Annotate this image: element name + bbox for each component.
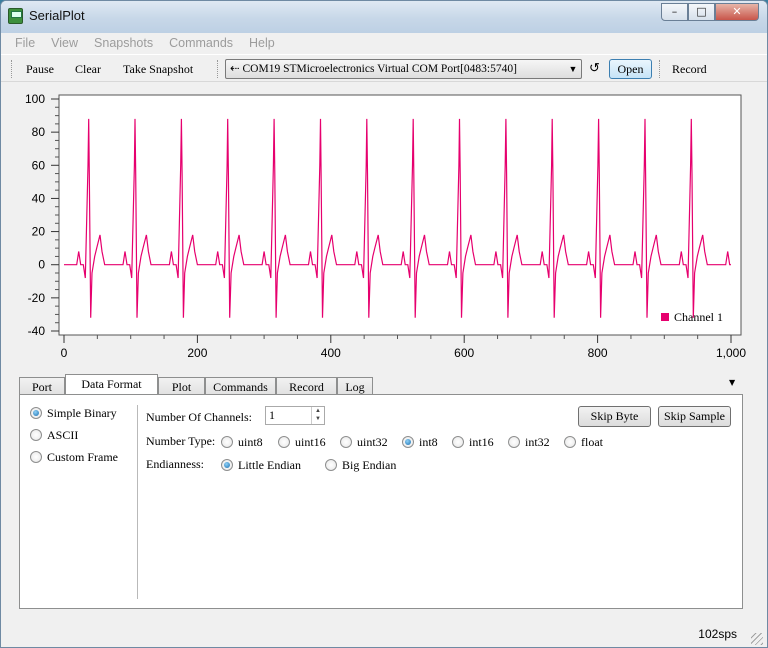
clear-button[interactable]: Clear [75, 62, 101, 77]
tab-data-format[interactable]: Data Format [65, 374, 158, 396]
type-label: uint16 [295, 435, 326, 449]
channels-label: Number Of Channels: [146, 410, 252, 424]
radio-icon[interactable] [221, 436, 233, 448]
menu-commands[interactable]: Commands [169, 33, 233, 54]
x-tick-label: 0 [61, 346, 68, 360]
toolbar-grip[interactable] [217, 60, 219, 78]
format-ascii[interactable]: ASCII [30, 428, 78, 443]
toolbar: Pause Clear Take Snapshot ⇠ COM19 STMicr… [1, 54, 767, 82]
type-label: int16 [469, 435, 494, 449]
type-label: uint32 [357, 435, 388, 449]
format-label: Simple Binary [47, 406, 117, 420]
toolbar-grip[interactable] [659, 60, 661, 78]
type-int8[interactable]: int8 [402, 435, 438, 450]
radio-icon[interactable] [402, 436, 414, 448]
menu-file[interactable]: File [15, 33, 35, 54]
chevron-down-icon: ▼ [568, 64, 578, 74]
type-uint16[interactable]: uint16 [278, 435, 326, 450]
legend-label: Channel 1 [674, 310, 723, 324]
y-tick-label: 20 [32, 225, 46, 239]
close-button[interactable]: ✕ [715, 3, 759, 21]
app-icon [8, 8, 23, 24]
app-window: SerialPlot – □ ✕ File View Snapshots Com… [0, 0, 768, 648]
skip-sample-button[interactable]: Skip Sample [658, 406, 731, 427]
format-custom-frame[interactable]: Custom Frame [30, 450, 118, 465]
toolbar-grip[interactable] [11, 60, 13, 78]
x-tick-label: 800 [588, 346, 608, 360]
type-uint32[interactable]: uint32 [340, 435, 388, 450]
endian-big[interactable]: Big Endian [325, 458, 396, 473]
y-tick-label: -40 [28, 324, 46, 338]
plot-area[interactable]: 100 80 60 40 20 0 -20 -40 0 200 400 600 800 1,000 Chan… [1, 83, 767, 375]
y-tick-label: 100 [25, 92, 45, 106]
status-bar: 102sps [1, 619, 767, 647]
type-label: int32 [525, 435, 550, 449]
y-tick-label: -20 [28, 291, 46, 305]
number-type-label: Number Type: [146, 434, 216, 448]
x-tick-label: 200 [187, 346, 207, 360]
title-bar[interactable]: SerialPlot – □ ✕ [1, 1, 767, 33]
radio-icon[interactable] [325, 459, 337, 471]
skip-byte-button[interactable]: Skip Byte [578, 406, 651, 427]
y-tick-label: 0 [38, 258, 45, 272]
menu-view[interactable]: View [51, 33, 78, 54]
legend-swatch [661, 313, 669, 321]
spin-arrows-icon[interactable]: ▲ ▼ [311, 407, 324, 424]
plot-canvas [58, 94, 742, 336]
take-snapshot-button[interactable]: Take Snapshot [123, 62, 193, 77]
channels-spinbox[interactable]: 1 ▲ ▼ [265, 406, 325, 425]
channels-value: 1 [269, 408, 275, 422]
endian-label: Little Endian [238, 458, 301, 472]
type-float[interactable]: float [564, 435, 603, 450]
usb-icon: ⇠ [230, 63, 240, 75]
type-label: float [581, 435, 603, 449]
radio-icon[interactable] [340, 436, 352, 448]
menu-help[interactable]: Help [249, 33, 275, 54]
resize-grip[interactable] [751, 633, 763, 645]
maximize-button[interactable]: □ [688, 3, 715, 21]
type-int16[interactable]: int16 [452, 435, 494, 450]
menu-bar: File View Snapshots Commands Help [1, 33, 767, 54]
port-select-value: COM19 STMicroelectronics Virtual COM Por… [242, 63, 517, 75]
x-tick-label: 400 [321, 346, 341, 360]
open-port-button[interactable]: Open [609, 59, 652, 79]
endian-label: Big Endian [342, 458, 397, 472]
type-label: int8 [419, 435, 438, 449]
tab-menu-arrow-icon[interactable]: ▼ [729, 378, 735, 387]
radio-icon[interactable] [221, 459, 233, 471]
y-tick-label: 60 [32, 158, 46, 172]
format-label: ASCII [47, 428, 79, 442]
x-tick-label: 600 [454, 346, 474, 360]
pause-button[interactable]: Pause [26, 62, 54, 77]
signal-plot[interactable]: 100806040200-20-400 200 400 600 800 1,000Chan… [1, 83, 767, 375]
radio-icon[interactable] [30, 429, 42, 441]
radio-icon[interactable] [508, 436, 520, 448]
format-simple-binary[interactable]: Simple Binary [30, 406, 117, 421]
y-tick-label: 40 [32, 191, 46, 205]
data-format-panel: Simple Binary ASCII Custom Frame Number … [19, 394, 743, 609]
minimize-button[interactable]: – [661, 3, 688, 21]
type-label: uint8 [238, 435, 263, 449]
menu-snapshots[interactable]: Snapshots [94, 33, 153, 54]
format-label: Custom Frame [47, 450, 118, 464]
type-uint8[interactable]: uint8 [221, 435, 263, 450]
window-title: SerialPlot [29, 8, 85, 23]
endianness-label: Endianness: [146, 457, 204, 471]
endian-little[interactable]: Little Endian [221, 458, 301, 473]
refresh-icon[interactable]: ↺ [589, 60, 600, 76]
x-tick-label: 1,000 [716, 346, 746, 360]
radio-icon[interactable] [30, 451, 42, 463]
settings-tabs: Port Data Format Plot Commands Record Lo… [19, 374, 373, 396]
y-tick-label: 80 [32, 125, 46, 139]
radio-icon[interactable] [452, 436, 464, 448]
window-controls: – □ ✕ [661, 3, 759, 21]
panel-divider [137, 405, 138, 599]
radio-icon[interactable] [564, 436, 576, 448]
record-button[interactable]: Record [672, 62, 707, 77]
samples-per-second: 102sps [698, 627, 737, 641]
radio-icon[interactable] [278, 436, 290, 448]
type-int32[interactable]: int32 [508, 435, 550, 450]
radio-icon[interactable] [30, 407, 42, 419]
port-select[interactable]: ⇠ COM19 STMicroelectronics Virtual COM P… [225, 59, 582, 79]
